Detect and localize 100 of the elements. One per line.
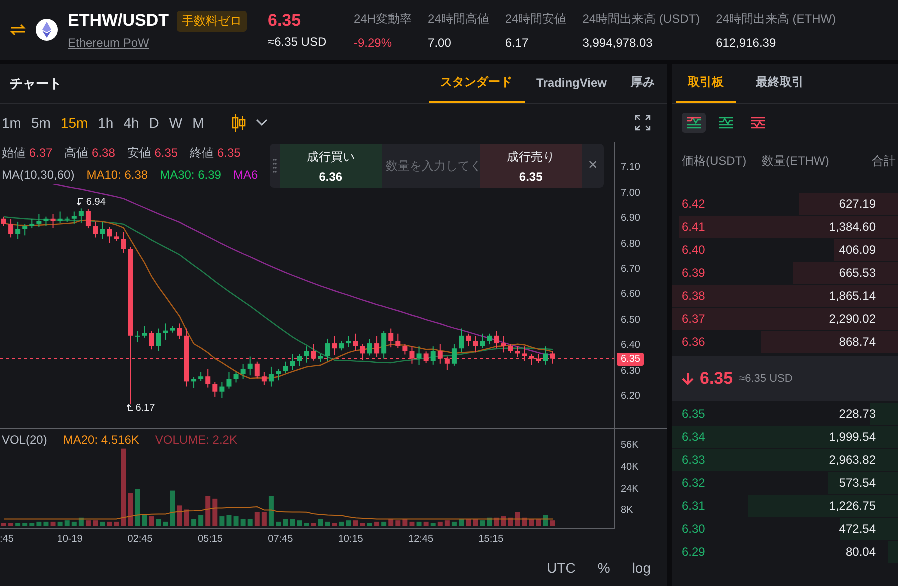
order-book-tab[interactable]: 取引板 xyxy=(676,64,736,103)
price-tick: 6.80 xyxy=(621,238,640,250)
swap-icon[interactable] xyxy=(10,24,26,36)
ask-amount: 406.09 xyxy=(838,243,876,257)
chart-tab[interactable]: スタンダード xyxy=(428,64,525,103)
chart-tab[interactable]: TradingView xyxy=(524,64,619,103)
interval-button[interactable]: 1h xyxy=(98,115,120,131)
chevron-down-icon[interactable] xyxy=(256,119,268,127)
bid-row[interactable]: 6.34 1,999.54 xyxy=(672,426,898,448)
ask-row[interactable]: 6.38 1,865.14 xyxy=(672,285,898,307)
market-buy-button[interactable]: 成行買い 6.36 xyxy=(280,144,382,188)
fee-badge: 手数料ゼロ xyxy=(177,10,248,32)
ask-amount: 1,865.14 xyxy=(828,289,876,303)
stat-value: 3,994,978.03 xyxy=(582,36,654,50)
ask-row[interactable]: 6.37 2,290.02 xyxy=(672,308,898,330)
volume-tick: 40K xyxy=(620,461,640,476)
bid-price: 6.29 xyxy=(682,545,706,559)
bid-amount: 472.54 xyxy=(838,522,876,536)
bid-amount: 80.04 xyxy=(844,545,876,559)
volume-tick: 8K xyxy=(620,504,634,518)
stat-label: 24時間高値 xyxy=(428,10,490,28)
stat-label: 24時間安値 xyxy=(505,10,567,28)
ask-amount: 1,384.60 xyxy=(828,220,876,234)
stat-label: 24時間出来高 (USDT) xyxy=(582,10,700,28)
ohlc-value: 始値 6.37 xyxy=(2,144,53,162)
bid-amount: 2,963.82 xyxy=(828,453,876,467)
bid-price: 6.32 xyxy=(682,476,706,490)
interval-button[interactable]: W xyxy=(169,115,189,131)
bid-row[interactable]: 6.33 2,963.82 xyxy=(672,449,898,471)
time-tick: 05:15 xyxy=(196,534,224,544)
bid-price: 6.33 xyxy=(682,453,706,467)
high-marker: 6.94 xyxy=(77,196,106,208)
time-tick: 02:45 xyxy=(126,534,154,544)
volume-tick: 24K xyxy=(620,482,640,497)
usd-price: ≈6.35 USD xyxy=(268,35,328,49)
ask-amount: 665.53 xyxy=(838,266,876,280)
ask-amount: 627.19 xyxy=(838,197,876,211)
panel-title: チャート xyxy=(10,74,62,92)
ask-price: 6.39 xyxy=(682,266,706,280)
column-header: 数量(ETHW) xyxy=(762,152,830,170)
time-tick: 15:15 xyxy=(478,534,505,544)
bid-price: 6.34 xyxy=(682,430,706,444)
coin-name-link[interactable]: Ethereum PoW xyxy=(68,36,268,50)
ma-label: MA(10,30,60) xyxy=(2,168,75,182)
arrow-icon xyxy=(77,198,84,206)
order-book-tab[interactable]: 最終取引 xyxy=(744,64,816,103)
mid-price: 6.35 xyxy=(700,368,734,388)
price-tick: 6.70 xyxy=(621,264,640,275)
view-toggle[interactable] xyxy=(682,113,706,133)
ask-price: 6.36 xyxy=(682,335,706,349)
interval-button[interactable]: 15m xyxy=(60,115,94,131)
order-book-icon xyxy=(718,116,734,130)
stat-value: 612,916.39 xyxy=(716,36,778,50)
ohlc-value: 安値 6.35 xyxy=(127,144,178,162)
ask-amount: 2,290.02 xyxy=(828,312,876,326)
bid-price: 6.30 xyxy=(682,522,706,536)
drag-handle-icon[interactable] xyxy=(272,159,277,173)
ask-price: 6.37 xyxy=(682,312,706,326)
ma-value: MA6 xyxy=(233,168,258,182)
interval-button[interactable]: D xyxy=(149,115,166,131)
price-tick: 6.90 xyxy=(621,213,640,224)
volume-ma: MA20: 4.516K xyxy=(63,433,140,447)
price-tick: 6.20 xyxy=(621,391,640,402)
ask-price: 6.38 xyxy=(682,289,706,303)
quantity-input[interactable]: 数量を入力してく xyxy=(382,159,480,173)
ask-price: 6.40 xyxy=(682,243,706,257)
price-tick: 6.50 xyxy=(621,314,640,326)
column-header: 合計 xyxy=(871,152,894,170)
interval-button[interactable]: 1m xyxy=(2,115,28,131)
low-marker: 6.17 xyxy=(126,402,156,414)
price-tick: 6.60 xyxy=(621,289,640,300)
order-book-icon xyxy=(750,116,766,130)
scale-option[interactable]: % xyxy=(598,560,610,576)
mid-usd-price: ≈6.35 USD xyxy=(739,372,793,384)
order-book-icon xyxy=(686,116,702,130)
price-tick: 6.40 xyxy=(621,340,640,352)
volume-current: VOLUME: 2.2K xyxy=(155,433,238,447)
ask-price: 6.41 xyxy=(682,220,706,234)
stat-label: 24H変動率 xyxy=(354,10,412,28)
interval-button[interactable]: M xyxy=(192,115,210,131)
scale-option[interactable]: log xyxy=(632,560,651,576)
time-tick: 12:45 xyxy=(408,534,435,544)
market-sell-button[interactable]: 成行売り 6.35 xyxy=(480,144,582,188)
price-tick: 6.30 xyxy=(621,366,640,377)
close-button[interactable]: × xyxy=(582,144,604,188)
interval-button[interactable]: 5m xyxy=(31,115,57,131)
interval-button[interactable]: 4h xyxy=(124,115,146,131)
chart-tab[interactable]: 厚み xyxy=(619,64,667,103)
volume-label: VOL(20) xyxy=(2,433,48,447)
candlestick-icon[interactable] xyxy=(232,114,246,132)
bid-amount: 1,226.75 xyxy=(828,499,876,513)
fullscreen-icon[interactable] xyxy=(635,115,651,131)
time-tick: 10-19 xyxy=(56,534,84,544)
ohlc-value: 高値 6.38 xyxy=(64,144,116,162)
price-tick: 7.10 xyxy=(621,162,640,174)
bid-price: 6.31 xyxy=(682,499,706,513)
bid-amount: 573.54 xyxy=(838,476,876,490)
scale-option[interactable]: UTC xyxy=(547,560,576,576)
bid-amount: 228.73 xyxy=(838,407,876,421)
bid-amount: 1,999.54 xyxy=(828,430,876,444)
